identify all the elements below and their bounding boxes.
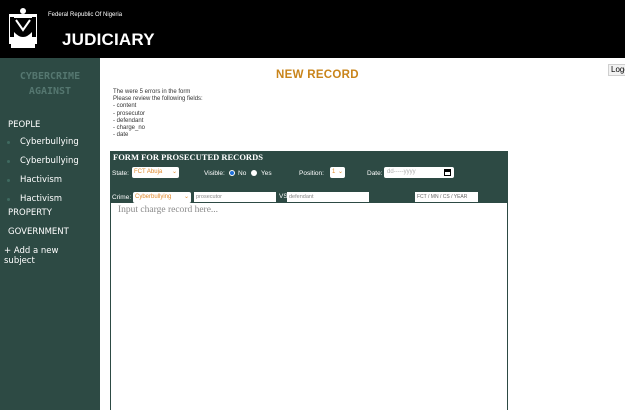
sidebar-item-property[interactable]: PROPERTY	[8, 208, 52, 218]
defendant-input[interactable]: defendant	[287, 192, 369, 202]
error-line: The were 5 errors in the form	[113, 89, 191, 95]
bullet-icon	[7, 160, 10, 163]
logout-button[interactable]: Logo	[608, 64, 625, 76]
site-header: Federal Republic Of Nigeria JUDICIARY	[0, 0, 625, 58]
add-subject-link[interactable]: + Add a new	[4, 246, 58, 256]
charge-record-textarea[interactable]: Input charge record here...	[111, 203, 507, 410]
date-label: Date:	[367, 170, 383, 177]
visible-no-label: No	[238, 170, 247, 177]
state-label: State:	[112, 170, 129, 177]
charge-number-input[interactable]: FCT / MN / CS / YEAR	[415, 192, 478, 202]
form-heading: FORM FOR PROSECUTED RECORDS	[113, 152, 263, 162]
record-form: FORM FOR PROSECUTED RECORDS State: FCT A…	[110, 151, 508, 410]
sidebar-subtitle: AGAINST	[28, 86, 72, 97]
sidebar: CYBERCRIME AGAINST PEOPLE Cyberbullying …	[0, 58, 100, 410]
position-label: Position:	[299, 170, 324, 177]
visible-label: Visible:	[204, 170, 225, 177]
bullet-icon	[7, 198, 10, 201]
sidebar-item-label: Hactivism	[20, 175, 63, 185]
position-value: 1	[332, 169, 336, 175]
bullet-icon	[7, 141, 10, 144]
bullet-icon	[7, 179, 10, 182]
sidebar-item-label: Cyberbullying	[20, 156, 79, 166]
add-subject-link-line2[interactable]: subject	[4, 256, 35, 266]
chevron-down-icon: ⌄	[337, 169, 343, 175]
error-line: Please review the following fields:	[113, 96, 203, 103]
page-title: NEW RECORD	[276, 69, 359, 81]
sidebar-item-hactivism-2[interactable]: Hactivism	[7, 194, 63, 204]
error-line: - charge_no	[113, 125, 146, 132]
position-select[interactable]: 1 ⌄	[330, 167, 345, 178]
visible-yes-label: Yes	[261, 170, 272, 177]
sidebar-item-people[interactable]: PEOPLE	[8, 120, 40, 130]
coat-of-arms-icon	[9, 8, 37, 48]
error-line: - content	[113, 103, 137, 110]
date-placeholder: dd-----yyyy	[387, 169, 416, 175]
state-select[interactable]: FCT Abuja ⌄	[132, 167, 179, 178]
state-value: FCT Abuja	[134, 169, 163, 175]
error-line: - date	[113, 132, 129, 139]
calendar-icon[interactable]	[444, 169, 451, 176]
crime-select[interactable]: Cyberbullying ⌄	[133, 192, 191, 203]
date-input[interactable]: dd-----yyyy	[384, 167, 454, 178]
prosecutor-input[interactable]: prosecutor	[194, 192, 276, 202]
sidebar-item-label: Cyberbullying	[20, 137, 79, 147]
error-summary: The were 5 errors in the form Please rev…	[113, 89, 203, 139]
sidebar-title: CYBERCRIME	[19, 71, 81, 82]
sidebar-item-government[interactable]: GOVERNMENT	[8, 227, 69, 237]
chevron-down-icon: ⌄	[183, 194, 189, 200]
crime-value: Cyberbullying	[135, 194, 172, 200]
sidebar-item-hactivism[interactable]: Hactivism	[7, 175, 63, 185]
site-title: JUDICIARY	[62, 30, 155, 49]
visible-no-radio[interactable]	[229, 170, 235, 176]
sidebar-item-cyberbullying-2[interactable]: Cyberbullying	[7, 156, 79, 166]
visible-yes-radio[interactable]	[251, 170, 257, 176]
crime-label: Crime:	[112, 194, 132, 201]
government-text: Federal Republic Of Nigeria	[48, 12, 123, 18]
error-line: - defendant	[113, 117, 144, 124]
sidebar-item-label: Hactivism	[20, 194, 63, 204]
chevron-down-icon: ⌄	[171, 169, 177, 175]
sidebar-item-cyberbullying[interactable]: Cyberbullying	[7, 137, 79, 147]
error-line: - prosecutor	[113, 110, 146, 117]
